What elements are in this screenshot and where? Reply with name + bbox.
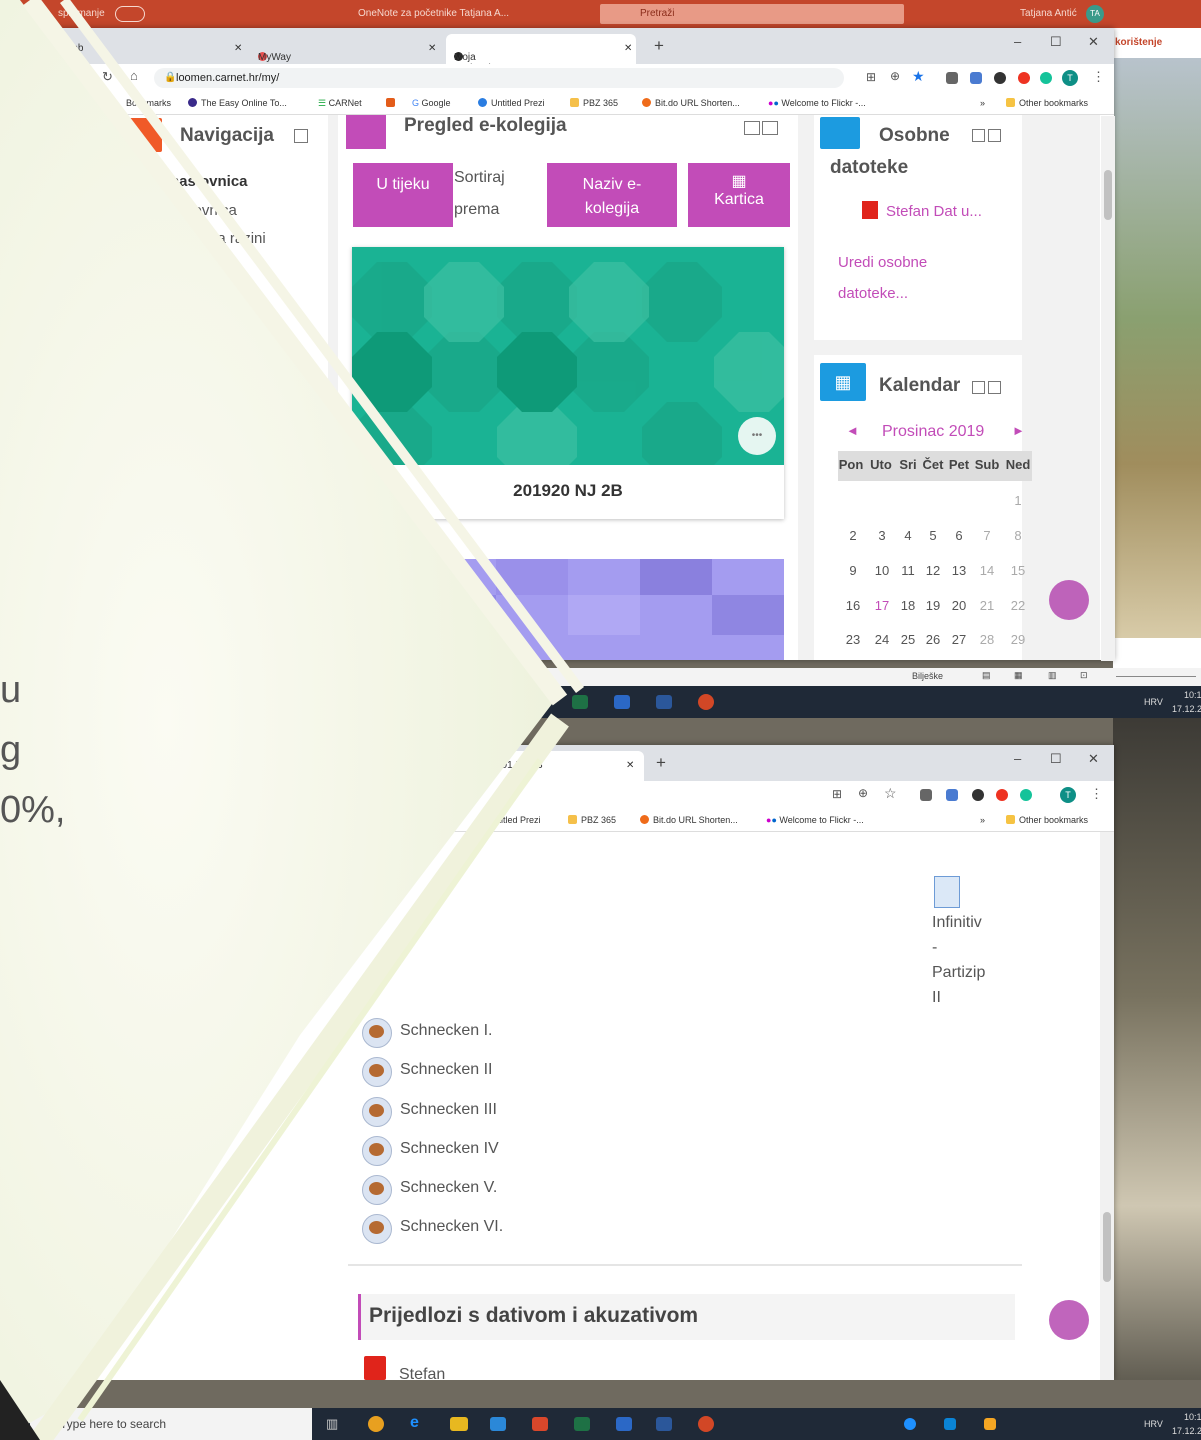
document-icon[interactable] xyxy=(934,876,960,908)
zoom-icon[interactable]: ⊕ xyxy=(890,69,900,83)
grid-icon: ▦ xyxy=(731,173,747,190)
calendar-title: Kalendar xyxy=(879,375,961,396)
maximize-button[interactable]: ☐ xyxy=(1050,34,1062,50)
word-icon[interactable] xyxy=(656,1417,672,1431)
slide-decoration xyxy=(0,0,585,1440)
collapse-icon[interactable] xyxy=(972,381,985,394)
menu-icon[interactable]: ⋮ xyxy=(1090,786,1103,802)
personal-files-block: Osobne datoteke Stefan Dat u... Uredi os… xyxy=(814,115,1022,340)
calendar-block: ▦ Kalendar ◄ Prosinac 2019 ► xyxy=(814,355,1032,660)
file-link[interactable]: Stefan Dat u... xyxy=(886,203,982,220)
extension-icon[interactable] xyxy=(946,72,958,84)
clock-time: 10:1 xyxy=(1184,1412,1201,1422)
maximize-button[interactable]: ☐ xyxy=(1050,751,1062,767)
ribbon-link[interactable]: korištenje xyxy=(1115,37,1162,48)
language-indicator[interactable]: HRV xyxy=(1144,697,1163,707)
star-icon[interactable]: ☆ xyxy=(884,785,897,802)
new-tab-button[interactable]: + xyxy=(654,36,664,56)
more-options-button[interactable]: ••• xyxy=(738,417,776,455)
language-indicator[interactable]: HRV xyxy=(1144,1419,1163,1429)
taskbar-1: HRV 10:1 17.12.2 xyxy=(520,686,1201,718)
ppt-status-bar: Bilješke ▤ ▦ ▥ ⊡ xyxy=(520,668,1201,686)
publisher-icon[interactable] xyxy=(616,1417,632,1431)
document-link[interactable]: Infinitiv - Partizip II xyxy=(932,910,985,1010)
grammarly-icon[interactable] xyxy=(1020,789,1032,801)
menu-icon[interactable]: ⋮ xyxy=(1092,69,1105,85)
scroll-top-button[interactable] xyxy=(1049,1300,1089,1340)
background-photo xyxy=(1113,58,1201,638)
user-avatar[interactable]: TA xyxy=(1086,5,1104,23)
grammarly-icon[interactable] xyxy=(1040,72,1052,84)
bookmark[interactable]: Bit.do URL Shorten... xyxy=(640,815,738,825)
notes-button[interactable]: Bilješke xyxy=(912,671,943,681)
close-button[interactable]: ✕ xyxy=(1088,34,1099,50)
extension-icon[interactable] xyxy=(970,72,982,84)
zoom-slider[interactable] xyxy=(1116,676,1196,677)
bookmark[interactable]: Bit.do URL Shorten... xyxy=(642,98,740,108)
bookmark[interactable]: ●● Welcome to Flickr -... xyxy=(768,98,866,108)
clock-time: 10:1 xyxy=(1184,690,1201,700)
extension-icon[interactable] xyxy=(994,72,1006,84)
extension-icon[interactable] xyxy=(972,789,984,801)
scroll-top-button[interactable] xyxy=(1049,580,1089,620)
view-card-button[interactable]: ▦ Kartica xyxy=(688,163,790,227)
close-button[interactable]: ✕ xyxy=(1088,751,1099,767)
calendar-month[interactable]: Prosinac 2019 xyxy=(882,423,984,441)
profile-avatar[interactable]: T xyxy=(1062,70,1078,86)
more-bookmarks[interactable]: » xyxy=(980,98,985,108)
next-month-button[interactable]: ► xyxy=(1012,423,1025,438)
prev-month-button[interactable]: ◄ xyxy=(846,423,859,438)
extension-icon[interactable] xyxy=(920,789,932,801)
clock-date: 17.12.2 xyxy=(1172,704,1201,714)
sorter-view-icon[interactable]: ▦ xyxy=(1014,670,1023,681)
more-bookmarks[interactable]: » xyxy=(980,815,985,825)
page-scrollbar[interactable] xyxy=(1100,832,1114,1380)
pdf-icon xyxy=(862,201,878,219)
other-bookmarks[interactable]: Other bookmarks xyxy=(1006,98,1088,108)
ribbon-strip: korištenje xyxy=(1113,28,1201,58)
minimize-button[interactable]: – xyxy=(1014,34,1021,49)
reading-view-icon[interactable]: ▥ xyxy=(1048,670,1057,681)
edit-files-link-2[interactable]: datoteke... xyxy=(838,285,908,302)
edit-files-link[interactable]: Uredi osobne xyxy=(838,254,927,271)
word-icon[interactable] xyxy=(656,695,672,709)
dock-icon[interactable] xyxy=(762,121,778,135)
slideshow-icon[interactable]: ⊡ xyxy=(1080,670,1088,681)
profile-avatar[interactable]: T xyxy=(1060,787,1076,803)
other-bookmarks[interactable]: Other bookmarks xyxy=(1006,815,1088,825)
files-title: Osobne xyxy=(879,125,950,146)
folder-icon xyxy=(820,117,860,149)
translate-icon[interactable]: ⊞ xyxy=(832,787,842,801)
clock-date: 17.12.2 xyxy=(1172,1426,1201,1436)
publisher-icon[interactable] xyxy=(614,695,630,709)
slide-text: u g 0%, xyxy=(0,669,66,831)
powerpoint-icon[interactable] xyxy=(698,694,714,710)
onedrive-icon[interactable] xyxy=(944,1418,956,1430)
extension-icon[interactable] xyxy=(996,789,1008,801)
extension-icon[interactable] xyxy=(1018,72,1030,84)
translate-icon[interactable]: ⊞ xyxy=(866,70,876,84)
files-title-2: datoteke xyxy=(830,157,909,178)
star-icon[interactable]: ★ xyxy=(912,68,925,85)
ppt-search-label: Pretraži xyxy=(640,8,675,19)
dock-icon[interactable] xyxy=(988,129,1001,142)
scrollbar[interactable] xyxy=(1101,116,1115,661)
new-tab-button[interactable]: + xyxy=(656,753,666,773)
collapse-icon[interactable] xyxy=(744,121,760,135)
zoom-icon[interactable]: ⊕ xyxy=(858,786,868,800)
dock-icon[interactable] xyxy=(988,381,1001,394)
powerpoint-icon[interactable] xyxy=(698,1416,714,1432)
ppt-search-box[interactable]: Pretraži xyxy=(600,4,904,24)
skype-icon[interactable] xyxy=(904,1418,916,1430)
extension-icon[interactable] xyxy=(946,789,958,801)
collapse-icon[interactable] xyxy=(972,129,985,142)
tray-icon[interactable] xyxy=(984,1418,996,1430)
calendar-icon: ▦ xyxy=(820,363,866,401)
background-photo-2 xyxy=(1113,716,1201,1416)
bookmark[interactable]: ●● Welcome to Flickr -... xyxy=(766,815,864,825)
user-name: Tatjana Antić xyxy=(1020,8,1077,19)
normal-view-icon[interactable]: ▤ xyxy=(982,670,991,681)
minimize-button[interactable]: – xyxy=(1014,751,1021,766)
